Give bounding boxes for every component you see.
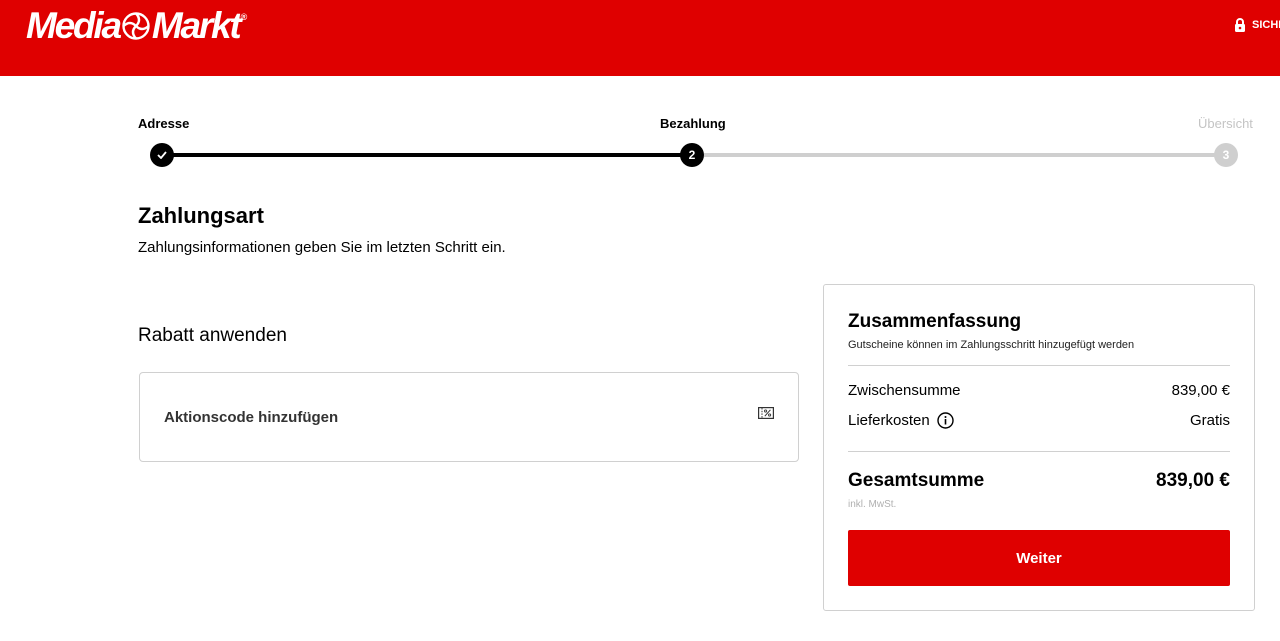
mediamarkt-logo[interactable]: Media Markt ® [26, 5, 248, 46]
page-title: Zahlungsart [138, 203, 264, 228]
summary-voucher-note: Gutscheine können im Zahlungsschritt hin… [848, 339, 1135, 351]
site-header: Media Markt ® SICHER [0, 0, 1280, 76]
order-summary-card: Zusammenfassung Gutscheine können im Zah… [823, 284, 1255, 611]
shipping-label: Lieferkosten [848, 412, 930, 429]
summary-divider [848, 365, 1230, 366]
step-dot-overview: 3 [1214, 143, 1238, 167]
checkmark-icon [157, 151, 167, 159]
total-value: 839,00 € [1156, 470, 1230, 491]
step-label-payment: Bezahlung [660, 116, 726, 131]
subtotal-row: Zwischensumme 839,00 € [848, 382, 1230, 399]
continue-button[interactable]: Weiter [848, 530, 1230, 586]
stepper-progress-line [162, 153, 692, 157]
subtotal-label: Zwischensumme [848, 382, 961, 399]
shipping-row: Lieferkosten Gratis [848, 412, 1230, 429]
checkout-stepper: Adresse Bezahlung Übersicht 2 3 [138, 116, 1253, 176]
add-promo-code-button[interactable]: Aktionscode hinzufügen [139, 372, 799, 462]
lock-icon [1235, 18, 1245, 32]
step-label-address[interactable]: Adresse [138, 116, 189, 131]
discount-section-title: Rabatt anwenden [138, 325, 287, 346]
subtotal-value: 839,00 € [1171, 382, 1230, 399]
info-icon[interactable] [937, 412, 954, 429]
page-subtitle: Zahlungsinformationen geben Sie im letzt… [138, 239, 506, 256]
shipping-label-group: Lieferkosten [848, 412, 954, 429]
step-dot-address[interactable] [150, 143, 174, 167]
secure-checkout-indicator: SICHER [1234, 18, 1280, 32]
shipping-value: Gratis [1189, 412, 1230, 429]
step-dot-payment: 2 [680, 143, 704, 167]
total-row: Gesamtsumme 839,00 € [848, 470, 1230, 492]
summary-divider [848, 451, 1230, 452]
stepper-remaining-line [704, 153, 1216, 157]
step-label-overview: Übersicht [1198, 116, 1253, 131]
voucher-percent-icon [758, 407, 774, 419]
tax-note: inkl. MwSt. [848, 499, 897, 510]
logo-disc-icon [122, 12, 150, 40]
secure-label: SICHER [1252, 19, 1280, 31]
logo-registered-mark: ® [240, 12, 248, 22]
logo-text-media: Media [26, 5, 122, 46]
add-promo-code-label: Aktionscode hinzufügen [164, 408, 339, 426]
logo-text-markt: Markt [151, 5, 242, 46]
total-label: Gesamtsumme [848, 470, 985, 491]
summary-title: Zusammenfassung [848, 311, 1022, 332]
